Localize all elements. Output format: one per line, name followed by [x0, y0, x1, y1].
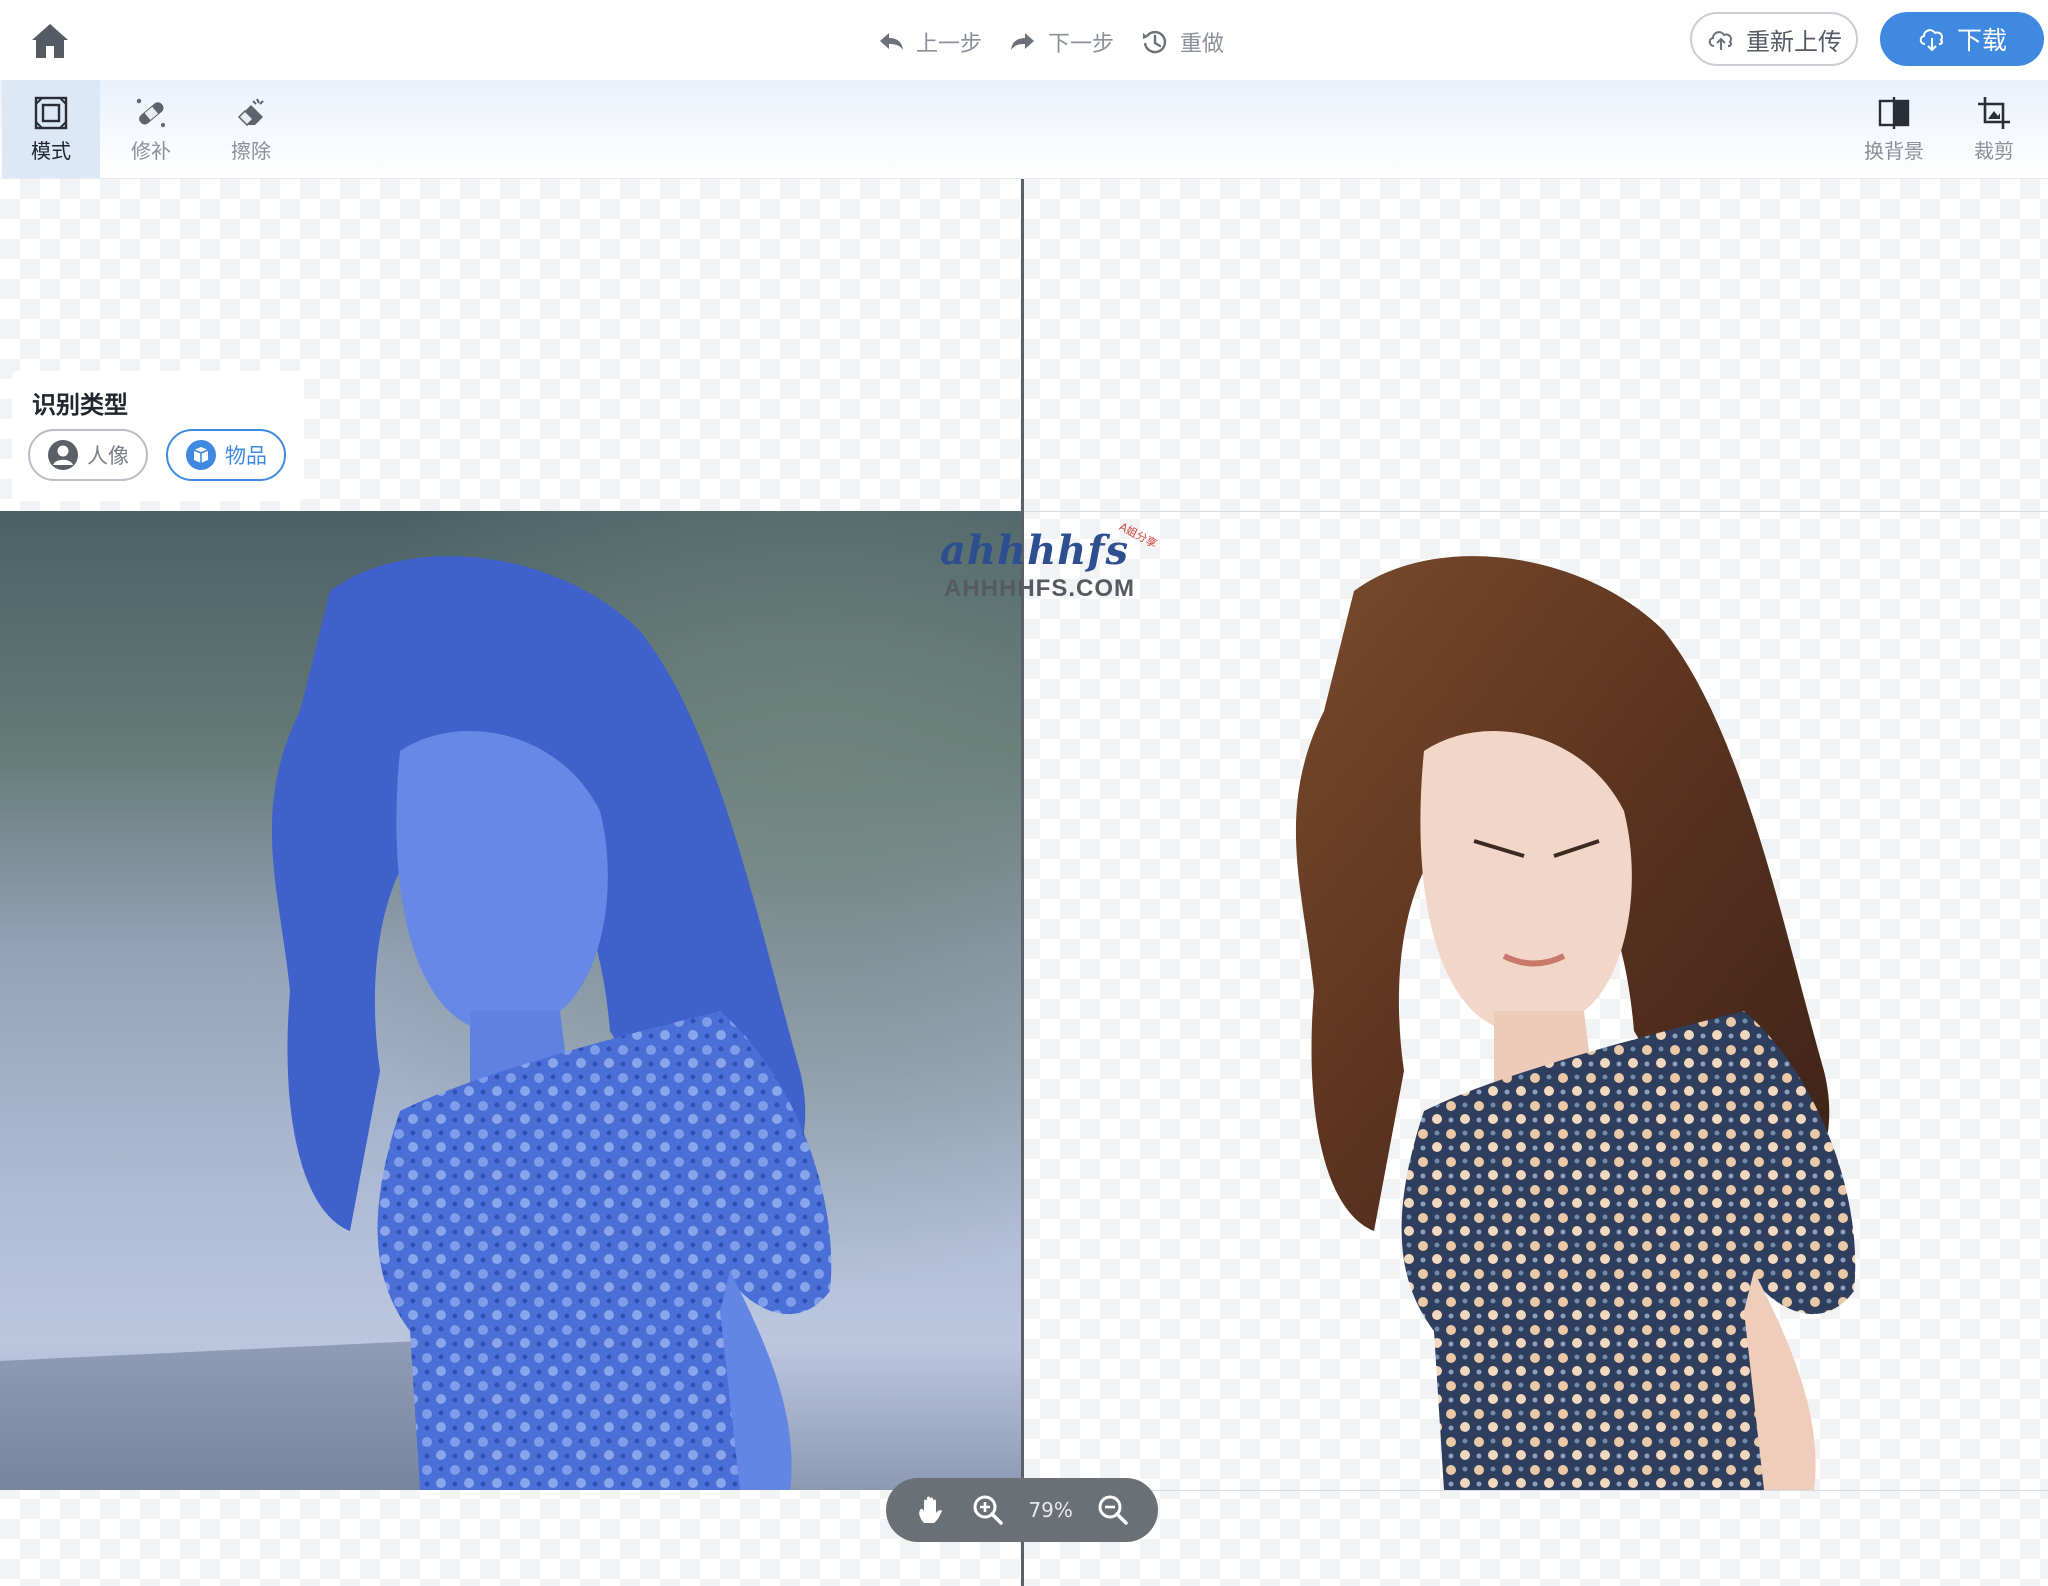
tool-repair[interactable]: 修补 [102, 80, 200, 178]
redo-button[interactable]: 下一步 [1008, 26, 1114, 58]
change-background-icon [1878, 96, 1910, 129]
tool-change-background-label: 换背景 [1864, 138, 1924, 163]
eraser-icon [237, 98, 264, 126]
hand-pan-icon[interactable] [914, 1493, 948, 1527]
watermark-logo-text: ahhhhfs [940, 527, 1129, 574]
top-bar: 上一步 下一步 重做 重新上传 下载 [0, 0, 2048, 81]
tool-mode[interactable]: 模式 [2, 80, 100, 178]
tool-erase-label: 擦除 [231, 138, 271, 163]
download-button[interactable]: 下载 [1880, 12, 2044, 66]
bandage-icon [136, 98, 165, 127]
person-icon [48, 440, 78, 470]
redo-icon [1011, 33, 1035, 50]
compare-divider-handle[interactable] [1021, 179, 1024, 1586]
cloud-upload-icon [1708, 31, 1733, 50]
reupload-label: 重新上传 [1746, 27, 1842, 56]
cutout-result-image[interactable] [1024, 511, 2048, 1490]
recognition-option-object[interactable]: 物品 [166, 429, 286, 481]
tool-change-background[interactable]: 换背景 [1845, 80, 1943, 178]
zoom-level: 79% [1028, 1498, 1073, 1522]
download-label: 下载 [1956, 26, 2007, 55]
tool-mode-label: 模式 [31, 138, 71, 163]
undo-button[interactable]: 上一步 [876, 26, 982, 58]
recognition-option-person-label: 人像 [87, 444, 129, 468]
redo-label: 下一步 [1048, 32, 1115, 57]
tool-bar: 模式 修补 擦除 换背景 裁剪 [0, 80, 2048, 179]
watermark-url-text: AHHHHFS.COM [944, 575, 1135, 602]
mode-icon [34, 96, 68, 129]
recognition-option-person[interactable]: 人像 [28, 429, 148, 481]
watermark: ahhhhfs A姐分享 AHHHHFS.COM [940, 520, 1160, 607]
zoom-controls: 79% [886, 1478, 1158, 1542]
canvas-top-edge [1024, 511, 2048, 512]
home-icon [32, 24, 68, 58]
cloud-download-icon [1919, 29, 1944, 52]
history-controls: 上一步 下一步 重做 [876, 22, 1224, 62]
cutout-photo [1295, 556, 1856, 1490]
reupload-button[interactable]: 重新上传 [1690, 12, 1858, 66]
canvas-bottom-edge [1024, 1490, 2048, 1491]
tool-crop[interactable]: 裁剪 [1945, 80, 2043, 178]
history-reset-icon [1143, 30, 1167, 54]
zoom-out-icon[interactable] [1096, 1493, 1130, 1527]
reset-label: 重做 [1180, 32, 1225, 57]
masked-photo [0, 511, 1021, 1490]
original-image-with-mask[interactable] [0, 511, 1021, 1490]
home-button[interactable] [28, 18, 72, 62]
recognition-option-object-label: 物品 [225, 444, 267, 468]
recognition-type-panel: 识别类型 人像 物品 [12, 371, 304, 501]
tool-crop-label: 裁剪 [1974, 138, 2014, 163]
editor-canvas[interactable]: 识别类型 人像 物品 ahhhhfs A姐分享 AHHHHFS.COM [0, 179, 2048, 1586]
object-icon [186, 440, 216, 470]
recognition-type-title: 识别类型 [32, 391, 128, 419]
tool-repair-label: 修补 [131, 138, 171, 163]
crop-icon [1978, 96, 2010, 129]
undo-icon [880, 33, 903, 50]
undo-label: 上一步 [916, 32, 983, 57]
tool-erase[interactable]: 擦除 [202, 80, 300, 178]
zoom-in-icon[interactable] [971, 1493, 1005, 1527]
reset-button[interactable]: 重做 [1140, 26, 1224, 58]
